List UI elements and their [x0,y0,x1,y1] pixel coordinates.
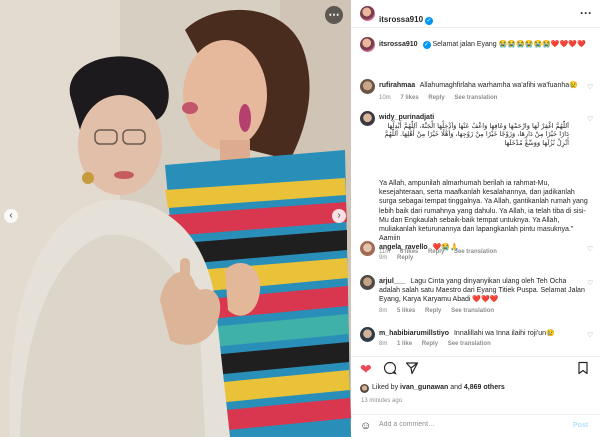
comment-username[interactable]: m_habibiarumillstiyo [379,330,449,337]
heart-outline-icon[interactable]: ♡ [587,279,593,287]
likes-summary[interactable]: Liked by ivan_gunawan and 4,869 others [372,384,505,391]
comment-username[interactable]: rufirahmaa [379,82,415,89]
comments-list[interactable]: itsrossa910 ✓ Selamat jalan Eyang 😭😭😭😭😭😭❤… [351,28,600,356]
comment-age: 9m [379,255,388,261]
comment-username[interactable]: arjul___ [379,278,405,285]
comment-text: Lagu Cinta yang dinyanyikan ulang oleh T… [379,278,585,304]
comment-text: ❤️😭🙏 [432,244,459,251]
comment-text: Innalillahi wa Inna ilaihi roji'un😢 [453,330,555,337]
chevron-right-icon[interactable]: › [332,209,346,223]
comment-arabic-text: اَللّٰهُمَّ اغْفِرْ لَهَا وَارْحَمْهَا و… [384,122,569,147]
comment-text: Allahumaghfirlaha warhamha wa'afihi wa'f… [419,82,578,89]
heart-outline-icon[interactable]: ♡ [587,115,593,123]
heart-outline-icon[interactable]: ♡ [587,331,593,339]
post-header: itsrossa910 ✓ ··· [351,0,600,28]
add-comment-bar: ☺ Post [351,414,600,437]
avatar[interactable] [360,37,375,52]
comment-meta: 8m 1 like Reply See translation [379,341,499,347]
emoji-icon[interactable]: ☺ [360,420,371,432]
avatar[interactable] [360,384,369,393]
comment-username[interactable]: widy_purinadjati [379,114,434,121]
chevron-left-icon[interactable]: ‹ [4,209,18,223]
post-sidebar: itsrossa910 ✓ ··· itsrossa910 ✓ Selamat ja… [351,0,600,437]
comment-username[interactable]: angela_ravello [379,244,428,251]
avatar[interactable] [360,79,375,94]
heart-filled-icon[interactable]: ❤ [360,361,372,377]
comment-likes[interactable]: 5 likes [397,308,415,314]
photo-illustration [0,0,351,437]
comment-age: 8m [379,308,388,314]
caption-text: Selamat jalan Eyang 😭😭😭😭😭😭❤️❤️❤️❤️ [432,41,586,48]
list-item: m_habibiarumillstiyo Innalillahi wa Inna… [351,326,600,354]
caption: itsrossa910 ✓ Selamat jalan Eyang 😭😭😭😭😭😭❤… [351,36,600,64]
list-item: rufirahmaa Allahumaghfirlaha warhamha wa… [351,78,600,108]
list-item: angela_ravello ❤️😭🙏 ♡ 9m Reply [351,240,600,266]
comment-age: 10m [379,95,391,101]
comment-likes[interactable]: 1 like [397,341,412,347]
comment-icon[interactable] [383,361,397,378]
see-translation-link[interactable]: See translation [451,308,494,314]
comment-likes[interactable]: 7 likes [400,95,418,101]
avatar[interactable] [360,111,375,126]
comment-text: Ya Allah, ampunilah almarhumah berilah i… [379,180,588,243]
header-username[interactable]: itsrossa910 [379,15,423,24]
avatar[interactable] [360,327,375,342]
reply-button[interactable]: Reply [428,95,444,101]
photo-more-icon[interactable]: ⋯ [325,6,343,24]
reply-button[interactable]: Reply [425,308,441,314]
post-button[interactable]: Post [573,422,588,429]
caption-username[interactable]: itsrossa910 [379,41,418,48]
reply-button[interactable]: Reply [397,255,413,261]
see-translation-link[interactable]: See translation [448,341,491,347]
comment-input[interactable] [379,421,559,428]
see-translation-link[interactable]: See translation [454,95,497,101]
heart-outline-icon[interactable]: ♡ [587,245,593,253]
bookmark-icon[interactable] [577,361,589,378]
list-item: arjul___ Lagu Cinta yang dinyanyikan ula… [351,274,600,322]
liked-by-username[interactable]: ivan_gunawan [400,384,448,391]
verified-badge-icon: ✓ [422,41,431,49]
avatar[interactable] [360,6,375,21]
avatar[interactable] [360,275,375,290]
share-icon[interactable] [405,361,419,378]
comment-age: 8m [379,341,388,347]
action-bar: ❤ [351,356,600,380]
likes-count[interactable]: 4,869 others [464,384,505,391]
post-photo[interactable]: ⋯ ‹ › [0,0,351,437]
post-timestamp: 13 minutes ago [361,398,403,404]
comment-meta: 9m Reply [379,255,421,261]
avatar[interactable] [360,241,375,256]
more-horizontal-icon[interactable]: ··· [580,6,592,20]
verified-badge-icon: ✓ [425,17,434,25]
list-item: widy_purinadjati اَللّٰهُمَّ اغْفِرْ لَه… [351,110,600,258]
comment-meta: 8m 5 likes Reply See translation [379,308,502,314]
comment-meta: 10m 7 likes Reply See translation [379,95,505,101]
reply-button[interactable]: Reply [422,341,438,347]
heart-outline-icon[interactable]: ♡ [587,83,593,91]
